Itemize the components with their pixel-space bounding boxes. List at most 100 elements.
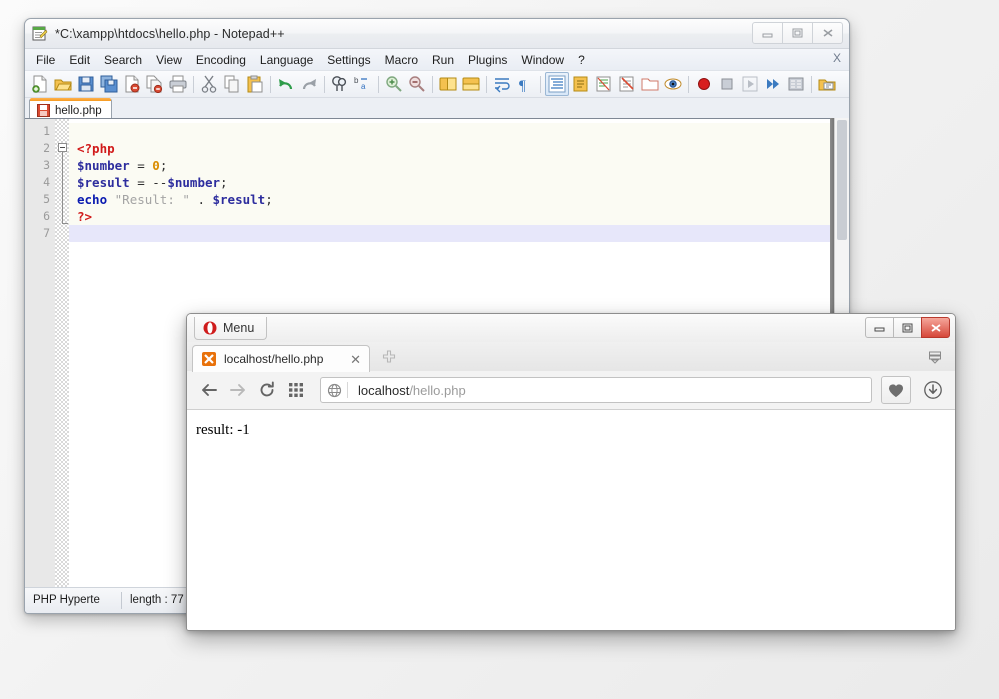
code-token: $number (167, 175, 220, 190)
fold-line-end (62, 223, 68, 224)
menu-item-view[interactable]: View (149, 51, 189, 69)
code-line[interactable]: $number = 0; (69, 157, 849, 174)
line-number: 2 (25, 140, 50, 157)
opera-close-button[interactable] (921, 317, 950, 338)
code-token (107, 192, 115, 207)
macro-play-icon[interactable] (739, 73, 761, 95)
opera-minimize-button[interactable] (865, 317, 894, 338)
save-all-icon[interactable] (98, 73, 120, 95)
sync-vertical-icon[interactable] (437, 73, 459, 95)
scrollbar-thumb[interactable] (837, 120, 847, 240)
reload-button[interactable] (254, 377, 280, 403)
toolbar-separator (688, 76, 689, 93)
opera-title-bar[interactable]: Menu (187, 314, 955, 342)
line-number-gutter: 1 2 3 4 5 6 7 (25, 119, 55, 587)
line-number: 5 (25, 191, 50, 208)
open-file-icon[interactable] (52, 73, 74, 95)
opera-browser-window: Menu localhost/hello.php ✕ (186, 313, 956, 631)
line-number: 4 (25, 174, 50, 191)
tab-list-icon[interactable] (925, 347, 945, 367)
toolbar-separator (540, 76, 541, 93)
menu-item-help[interactable]: ? (571, 51, 592, 69)
new-tab-icon[interactable] (376, 343, 402, 370)
opera-menu-button[interactable]: Menu (194, 317, 267, 340)
menu-item-run[interactable]: Run (425, 51, 461, 69)
save-icon[interactable] (75, 73, 97, 95)
back-button[interactable] (196, 377, 222, 403)
notepadpp-title-bar[interactable]: *C:\xampp\htdocs\hello.php - Notepad++ (25, 19, 849, 49)
forward-button[interactable] (225, 377, 251, 403)
browser-tab-localhost-hello-php[interactable]: localhost/hello.php ✕ (192, 345, 370, 372)
macro-stop-icon[interactable] (716, 73, 738, 95)
menu-item-edit[interactable]: Edit (62, 51, 97, 69)
opera-menu-label: Menu (223, 321, 254, 335)
user-defined-language-icon[interactable] (570, 73, 592, 95)
new-file-icon[interactable] (29, 73, 51, 95)
code-line[interactable]: ?> (69, 208, 849, 225)
macro-save-icon[interactable] (785, 73, 807, 95)
word-wrap-icon[interactable] (491, 73, 513, 95)
close-tab-icon[interactable]: ✕ (350, 353, 361, 366)
code-token: ; (220, 175, 228, 190)
code-line[interactable]: echo "Result: " . $result; (69, 191, 849, 208)
redo-icon[interactable] (298, 73, 320, 95)
fold-toggle-icon[interactable] (58, 143, 67, 152)
speed-dial-button[interactable] (283, 377, 309, 403)
menu-item-file[interactable]: File (29, 51, 62, 69)
copy-icon[interactable] (221, 73, 243, 95)
zoom-in-icon[interactable] (383, 73, 405, 95)
toolbar-separator (193, 76, 194, 93)
indent-guide-icon[interactable] (545, 72, 569, 96)
notepadpp-maximize-button[interactable] (782, 22, 813, 44)
print-icon[interactable] (167, 73, 189, 95)
desktop: *C:\xampp\htdocs\hello.php - Notepad++ F… (0, 0, 999, 699)
show-all-characters-icon[interactable]: ¶ (514, 73, 536, 95)
menu-item-encoding[interactable]: Encoding (189, 51, 253, 69)
opera-logo-icon (203, 321, 217, 335)
opera-restore-button[interactable] (893, 317, 922, 338)
code-line[interactable] (69, 225, 849, 242)
folder-as-workspace-icon[interactable] (639, 73, 661, 95)
menu-item-macro[interactable]: Macro (378, 51, 425, 69)
code-folding-column[interactable] (55, 119, 69, 587)
menu-item-search[interactable]: Search (97, 51, 149, 69)
bookmark-button[interactable] (881, 376, 911, 404)
code-token: <?php (77, 141, 115, 156)
code-line[interactable]: <?php (69, 140, 849, 157)
document-map-icon[interactable] (593, 73, 615, 95)
browser-page-content: result: -1 (187, 409, 955, 630)
menu-item-settings[interactable]: Settings (320, 51, 377, 69)
sync-horizontal-icon[interactable] (460, 73, 482, 95)
function-list-icon[interactable] (616, 73, 638, 95)
undo-icon[interactable] (275, 73, 297, 95)
code-line[interactable]: $result = --$number; (69, 174, 849, 191)
code-token: -- (152, 175, 167, 190)
svg-text:a: a (361, 82, 366, 91)
macro-play-multiple-icon[interactable] (762, 73, 784, 95)
monitoring-icon[interactable] (662, 73, 684, 95)
replace-icon[interactable]: ba (352, 73, 374, 95)
menu-item-window[interactable]: Window (514, 51, 571, 69)
notepadpp-minimize-button[interactable] (752, 22, 783, 44)
close-document-button[interactable]: X (833, 51, 841, 65)
page-output-text: result: -1 (187, 410, 955, 439)
document-tab-label: hello.php (55, 105, 102, 117)
download-icon (923, 380, 943, 400)
notepadpp-icon (32, 26, 48, 42)
download-button[interactable] (920, 377, 946, 403)
zoom-out-icon[interactable] (406, 73, 428, 95)
code-line[interactable] (69, 123, 849, 140)
paste-icon[interactable] (244, 73, 266, 95)
menu-item-plugins[interactable]: Plugins (461, 51, 514, 69)
notepadpp-close-button[interactable] (812, 22, 843, 44)
run-icon[interactable] (816, 73, 838, 95)
close-file-icon[interactable] (121, 73, 143, 95)
address-bar[interactable]: localhost/hello.php (320, 377, 872, 403)
find-icon[interactable] (329, 73, 351, 95)
toolbar-separator (270, 76, 271, 93)
menu-item-language[interactable]: Language (253, 51, 320, 69)
url-path: /hello.php (409, 383, 465, 398)
cut-icon[interactable] (198, 73, 220, 95)
close-all-icon[interactable] (144, 73, 166, 95)
macro-record-icon[interactable] (693, 73, 715, 95)
